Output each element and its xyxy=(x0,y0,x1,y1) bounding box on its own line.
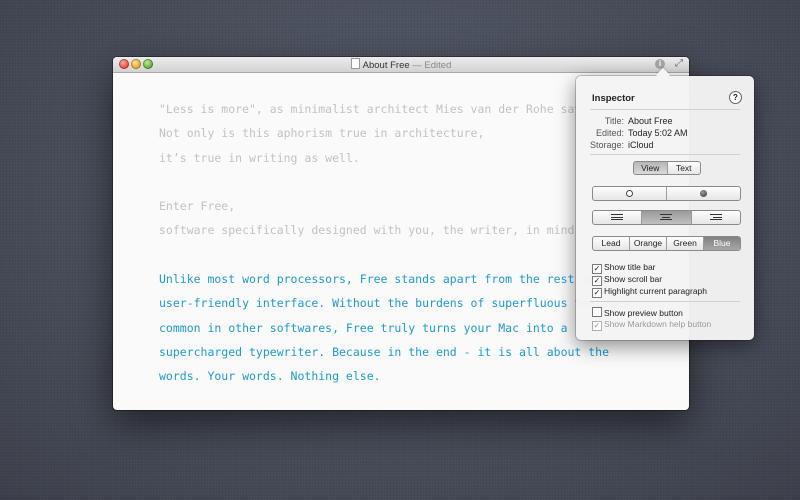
meta-edited: Edited: Today 5:02 AM xyxy=(586,128,688,138)
checkbox-checked-disabled: ✓ xyxy=(592,321,602,331)
highlight-paragraph-checkbox[interactable]: ✓ Highlight current paragraph xyxy=(592,286,708,298)
checkbox-unchecked[interactable] xyxy=(592,307,602,317)
meta-storage-label: Storage: xyxy=(589,140,624,150)
show-preview-button-checkbox[interactable]: Show preview button xyxy=(592,307,683,318)
align-center-button[interactable] xyxy=(641,211,691,224)
inspector-title: Inspector xyxy=(592,93,635,104)
alignment-selector xyxy=(592,210,741,225)
show-title-bar-checkbox[interactable]: ✓ Show title bar xyxy=(592,262,656,274)
align-left-button[interactable] xyxy=(593,211,641,224)
color-green-button[interactable]: Green xyxy=(666,237,703,250)
tab-view[interactable]: View xyxy=(634,162,667,174)
light-theme-button[interactable] xyxy=(593,187,666,200)
checkbox-label: Show preview button xyxy=(604,308,683,318)
meta-edited-value: Today 5:02 AM xyxy=(628,128,688,138)
inspector-popover: Inspector ? Title: About Free Edited: Toda… xyxy=(576,67,754,340)
document-name: About Free xyxy=(362,60,410,71)
view-text-tabs: View Text xyxy=(633,161,701,175)
meta-title-value: About Free xyxy=(628,116,673,126)
theme-selector xyxy=(592,186,741,201)
text-line-highlighted: words. Your words. Nothing else. xyxy=(159,369,381,384)
edited-status: — Edited xyxy=(412,60,452,71)
title-bar: About Free — Edited i ⤢ xyxy=(113,57,689,73)
align-left-icon xyxy=(611,214,624,222)
fullscreen-icon[interactable]: ⤢ xyxy=(675,58,683,69)
document-icon xyxy=(350,58,360,69)
checkbox-label: Highlight current paragraph xyxy=(604,286,708,296)
window-title: About Free — Edited xyxy=(113,58,689,71)
meta-edited-label: Edited: xyxy=(595,128,624,138)
show-markdown-help-checkbox: ✓ Show Markdown help button xyxy=(592,319,712,331)
light-circle-icon xyxy=(626,190,633,197)
color-lead-button[interactable]: Lead xyxy=(593,237,629,250)
align-right-button[interactable] xyxy=(690,211,740,224)
color-orange-button[interactable]: Orange xyxy=(629,237,666,250)
divider xyxy=(590,109,740,110)
checkbox-label: Show title bar xyxy=(604,262,656,272)
checkbox-checked[interactable]: ✓ xyxy=(592,264,602,274)
text-line-highlighted: supercharged typewriter. Because in the … xyxy=(159,344,610,359)
divider xyxy=(590,154,740,155)
checkbox-checked[interactable]: ✓ xyxy=(592,276,602,286)
color-selector: Lead Orange Green Blue xyxy=(592,236,741,251)
meta-title-label: Title: xyxy=(604,116,624,126)
divider xyxy=(590,301,740,302)
dark-theme-button[interactable] xyxy=(666,187,740,200)
meta-storage: Storage: iCloud xyxy=(586,140,654,150)
dark-circle-icon xyxy=(699,189,707,197)
show-scroll-bar-checkbox[interactable]: ✓ Show scroll bar xyxy=(592,274,663,286)
meta-storage-value: iCloud xyxy=(628,140,654,150)
checkbox-checked[interactable]: ✓ xyxy=(592,288,602,298)
color-blue-button[interactable]: Blue xyxy=(703,237,740,250)
align-center-icon xyxy=(660,214,673,222)
help-button[interactable]: ? xyxy=(729,91,742,104)
meta-title: Title: About Free xyxy=(586,116,673,126)
checkbox-label: Show scroll bar xyxy=(604,274,663,284)
tab-text[interactable]: Text xyxy=(666,162,701,174)
align-right-icon xyxy=(709,214,722,222)
checkbox-label: Show Markdown help button xyxy=(604,319,712,329)
